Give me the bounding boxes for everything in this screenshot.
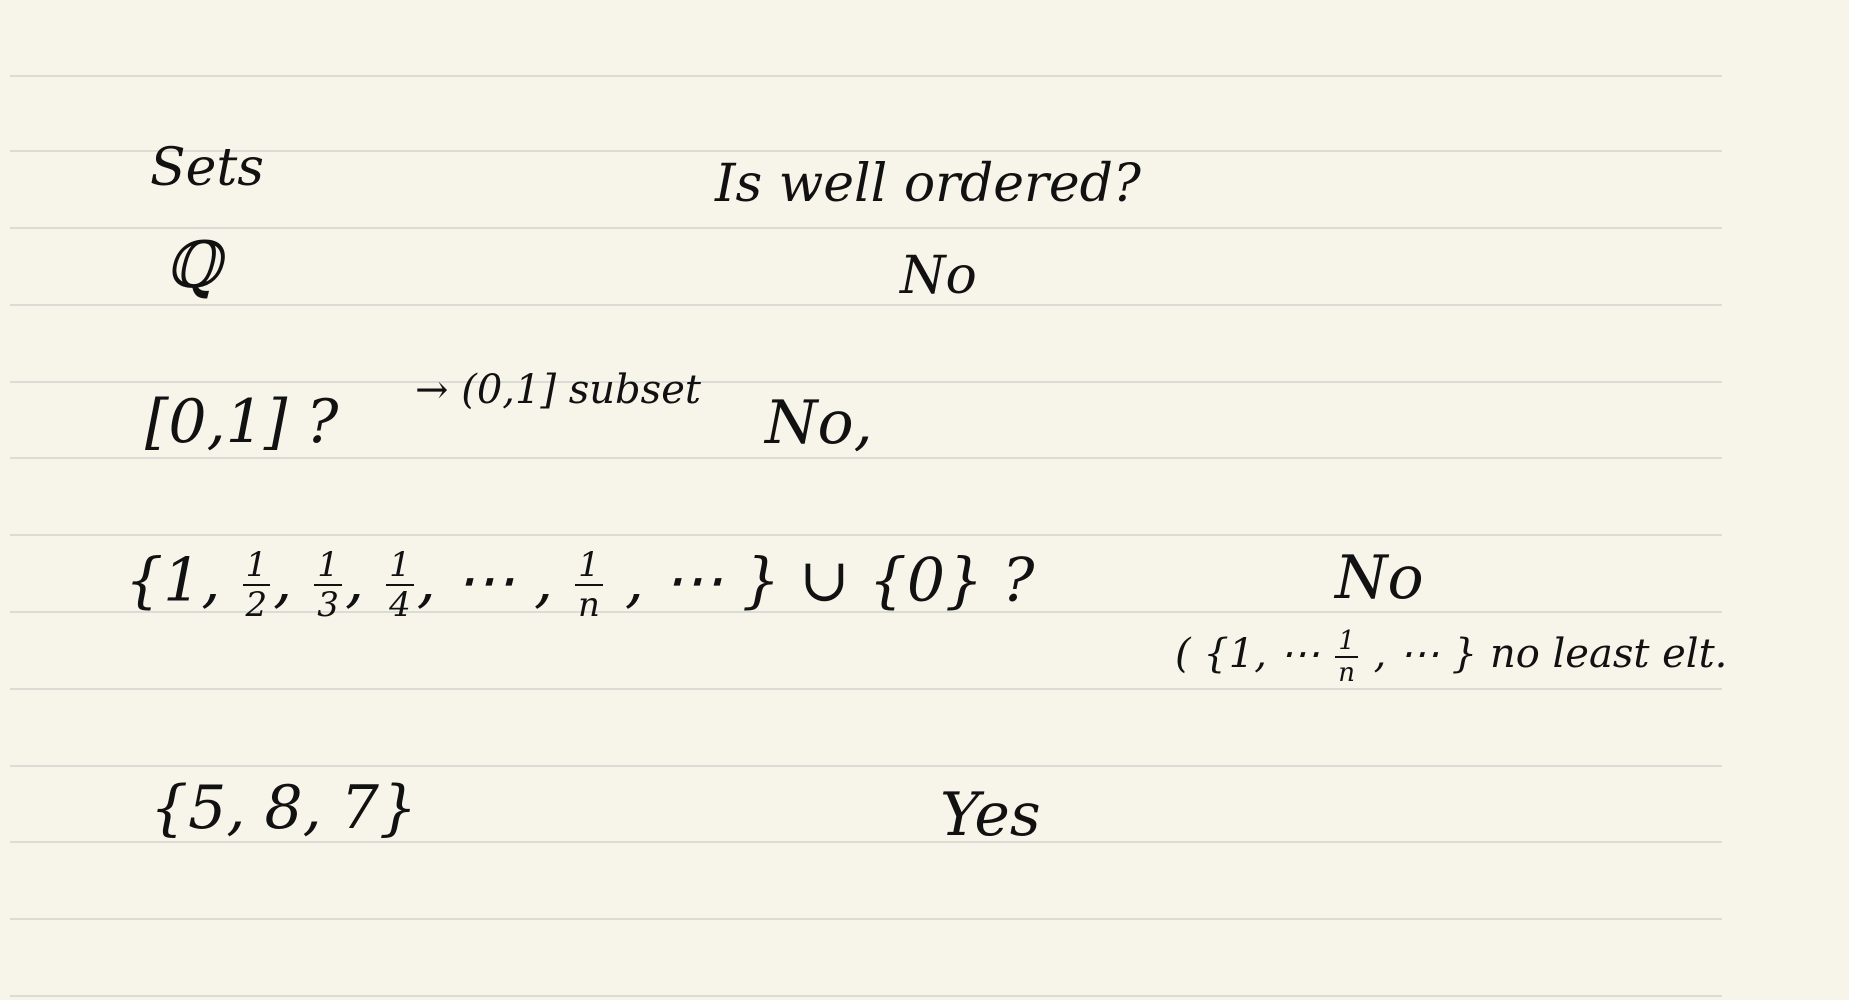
rule-line bbox=[10, 765, 1722, 767]
column-heading-sets: Sets bbox=[150, 138, 264, 198]
fraction-one-over-n: 1n bbox=[575, 548, 603, 622]
set-rationals: ℚ bbox=[165, 229, 221, 303]
rule-line bbox=[10, 227, 1722, 229]
rule-line bbox=[10, 995, 1722, 997]
fraction-one-third: 13 bbox=[314, 548, 342, 622]
set-close: , ⋯ } ∪ {0} ? bbox=[624, 545, 1035, 616]
answer-reciprocals: No bbox=[1335, 543, 1424, 613]
rule-line bbox=[10, 75, 1722, 77]
reason-no-least-element: ( {1, ⋯ 1n , ⋯ } no least elt. bbox=[1175, 626, 1728, 688]
answer-rationals: No bbox=[900, 246, 977, 306]
answer-closed-interval: No, bbox=[765, 388, 873, 458]
fraction-one-half: 12 bbox=[242, 548, 271, 622]
answer-finite: Yes bbox=[940, 780, 1041, 850]
fraction-one-fourth: 14 bbox=[386, 548, 414, 622]
rule-line bbox=[10, 918, 1722, 920]
set-reciprocals-with-zero: {1, 12, 13, 14, ⋯ , 1n , ⋯ } ∪ {0} ? bbox=[125, 545, 1035, 625]
fraction-one-over-n: 1n bbox=[1335, 628, 1358, 686]
rule-line bbox=[10, 381, 1722, 383]
rule-line bbox=[10, 304, 1722, 306]
set-closed-interval: [0,1] ? bbox=[145, 387, 339, 457]
rule-line bbox=[10, 688, 1722, 690]
note-half-open-subset: → (0,1] subset bbox=[415, 367, 701, 413]
column-heading-well-ordered: Is well ordered? bbox=[715, 154, 1141, 214]
set-finite: {5, 8, 7} bbox=[150, 773, 418, 843]
ellipsis: ⋯ , bbox=[454, 545, 554, 616]
rule-line bbox=[10, 534, 1722, 536]
set-open: {1, bbox=[125, 545, 221, 616]
rule-line bbox=[10, 150, 1722, 152]
